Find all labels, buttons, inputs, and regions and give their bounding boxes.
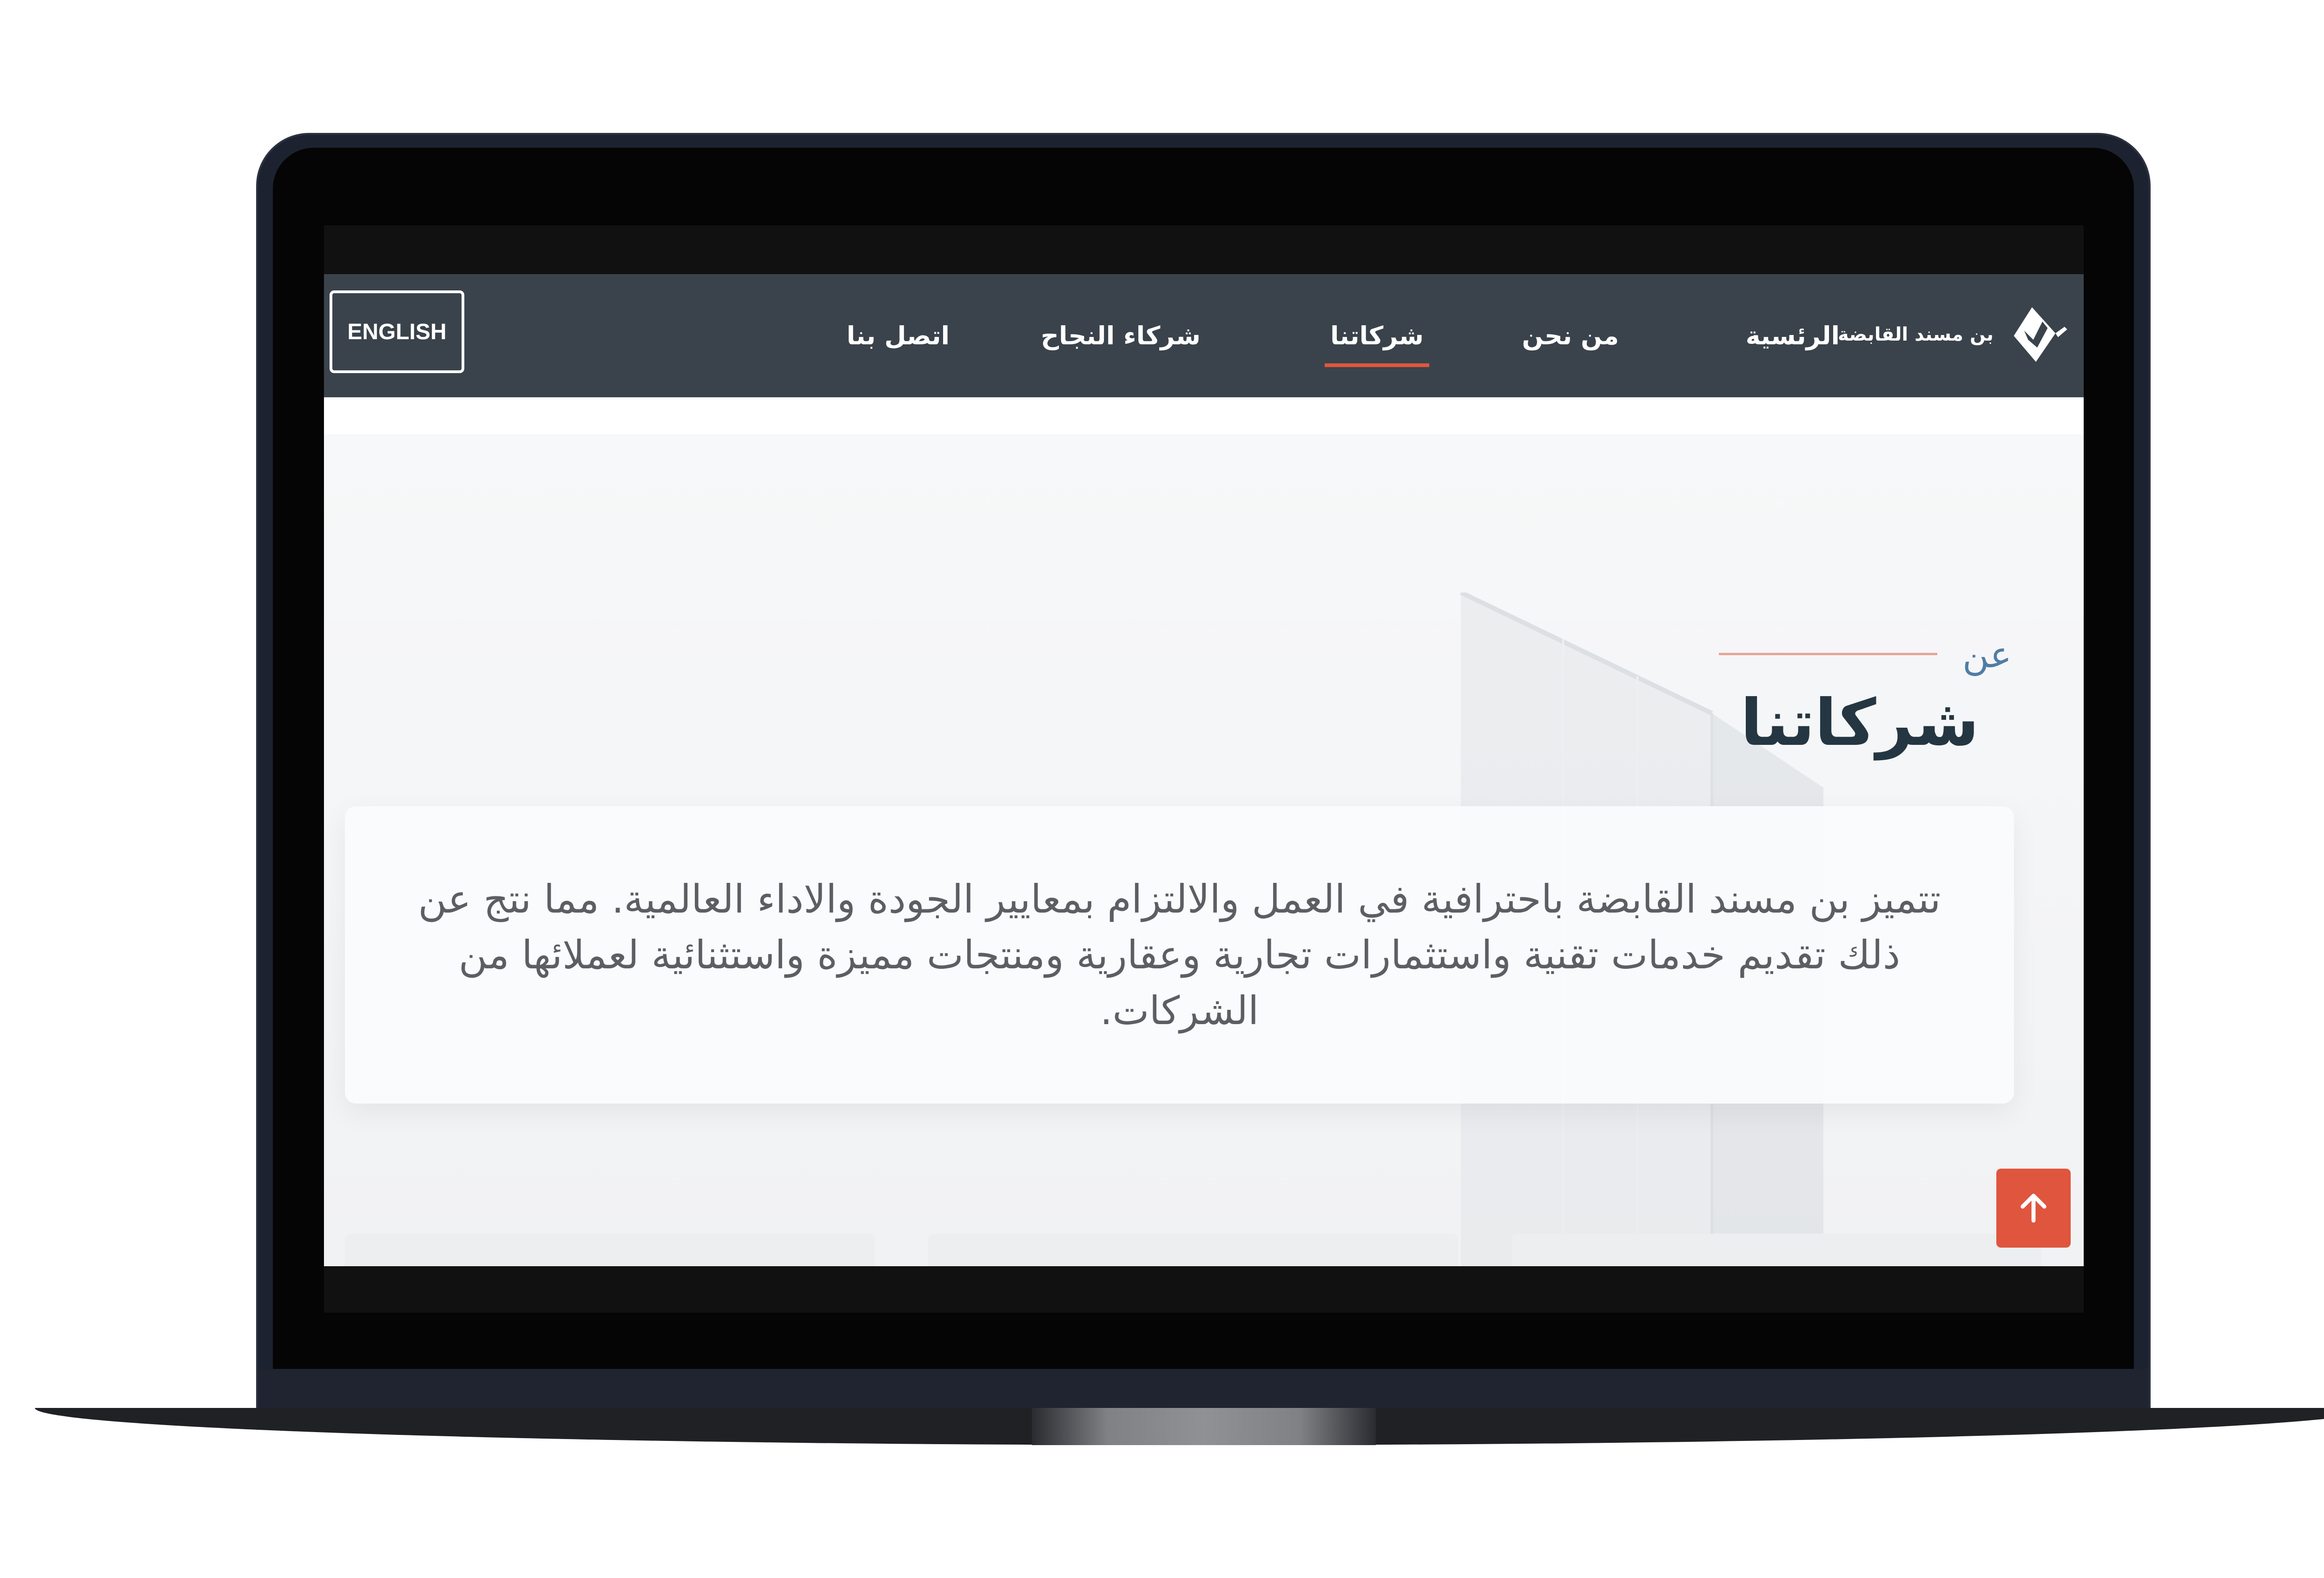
company-card-2[interactable] bbox=[928, 1234, 1458, 1266]
intro-card: تتميز بن مسند القابضة باحترافية في العمل… bbox=[345, 806, 2014, 1104]
nav-item-our-companies[interactable]: شركاتنا bbox=[1325, 274, 1429, 397]
nav-item-about[interactable]: من نحن bbox=[1522, 274, 1619, 397]
eyebrow-divider-line bbox=[1719, 653, 1937, 655]
nav-item-contact[interactable]: اتصل بنا bbox=[846, 274, 950, 397]
site-header: بن مسند القابضة الرئسية من نحن شركاتنا ش… bbox=[324, 274, 2084, 397]
scroll-to-top-button[interactable] bbox=[1996, 1169, 2071, 1248]
section-eyebrow: عن bbox=[1962, 634, 2012, 676]
screen-bottom-strip bbox=[324, 1266, 2084, 1313]
nav-item-success-partners[interactable]: شركاء النجاح bbox=[1041, 274, 1201, 397]
nav-item-home[interactable]: الرئسية bbox=[1746, 274, 1840, 397]
arrow-up-icon bbox=[2020, 1194, 2047, 1223]
company-card-1[interactable] bbox=[345, 1234, 875, 1266]
hero-section: عن شركاتنا تتميز بن مسند القابضة باحتراف… bbox=[324, 434, 2084, 1266]
language-toggle-button[interactable]: ENGLISH bbox=[330, 290, 464, 373]
screen-top-strip bbox=[324, 225, 2084, 274]
intro-description: تتميز بن مسند القابضة باحترافية في العمل… bbox=[418, 876, 1941, 1033]
page-title: شركاتنا bbox=[1740, 685, 1979, 760]
website-viewport: بن مسند القابضة الرئسية من نحن شركاتنا ش… bbox=[324, 274, 2084, 1266]
laptop-hinge bbox=[1032, 1408, 1376, 1445]
bin-musnad-logo-icon bbox=[2014, 307, 2067, 362]
company-card-3[interactable] bbox=[1512, 1234, 2041, 1266]
site-logo[interactable]: بن مسند القابضة bbox=[1838, 300, 2070, 369]
laptop-screen: بن مسند القابضة الرئسية من نحن شركاتنا ش… bbox=[324, 225, 2084, 1313]
logo-text: بن مسند القابضة bbox=[1838, 324, 1994, 345]
